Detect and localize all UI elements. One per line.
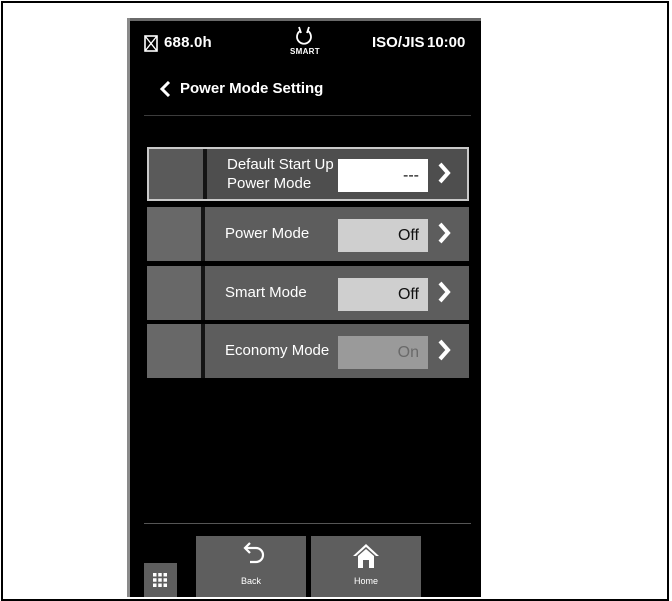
undo-arrow-icon — [243, 542, 265, 564]
setting-label: Power Mode — [225, 225, 310, 242]
row-indicator — [147, 207, 201, 261]
home-label: Home — [353, 576, 378, 586]
row-indicator — [147, 266, 201, 320]
hour-meter: 688.0h — [164, 34, 212, 51]
bottom-divider — [144, 523, 471, 524]
title-divider — [144, 115, 471, 116]
setting-value: On — [338, 336, 428, 369]
status-bar: 688.0h SMART ISO/JIS 10:00 — [127, 18, 481, 68]
clock: 10:00 — [427, 34, 466, 51]
smart-engine-icon — [296, 26, 312, 45]
back-button[interactable]: Back — [196, 536, 306, 597]
chevron-right-icon[interactable] — [437, 339, 451, 361]
setting-row-economy-mode[interactable]: Economy Mode On — [147, 324, 469, 378]
setting-row-default-start-up[interactable]: Default Start Up Power Mode --- — [147, 147, 469, 201]
setting-row-smart-mode[interactable]: Smart Mode Off — [147, 266, 469, 320]
row-separator — [201, 207, 205, 261]
setting-label: Power Mode — [227, 175, 312, 192]
setting-value: Off — [338, 278, 428, 311]
chevron-right-icon[interactable] — [437, 222, 451, 244]
chevron-right-icon[interactable] — [437, 281, 451, 303]
home-icon — [353, 544, 379, 568]
row-indicator — [149, 149, 203, 199]
setting-label: Economy Mode — [225, 342, 330, 359]
chevron-right-icon[interactable] — [437, 162, 451, 184]
menu-button[interactable] — [144, 563, 177, 597]
home-button[interactable]: Home — [311, 536, 421, 597]
title-row[interactable]: Power Mode Setting — [127, 74, 481, 106]
row-indicator — [147, 324, 201, 378]
setting-label: Default Start Up — [227, 156, 334, 173]
hourglass-icon — [144, 35, 158, 52]
setting-label: Smart Mode — [225, 284, 307, 301]
chevron-left-icon[interactable] — [158, 81, 172, 97]
page-title: Power Mode Setting — [180, 80, 324, 97]
control-pattern: ISO/JIS — [372, 34, 425, 51]
setting-value: Off — [338, 219, 428, 252]
setting-row-power-mode[interactable]: Power Mode Off — [147, 207, 469, 261]
smart-mode-indicator: SMART — [290, 47, 320, 56]
row-separator — [201, 266, 205, 320]
row-separator — [201, 324, 205, 378]
setting-value: --- — [338, 159, 428, 192]
device-screen: 688.0h SMART ISO/JIS 10:00 Power Mode Se… — [127, 18, 481, 597]
row-separator — [203, 149, 207, 199]
back-label: Back — [240, 576, 261, 586]
grid-icon — [153, 573, 167, 587]
